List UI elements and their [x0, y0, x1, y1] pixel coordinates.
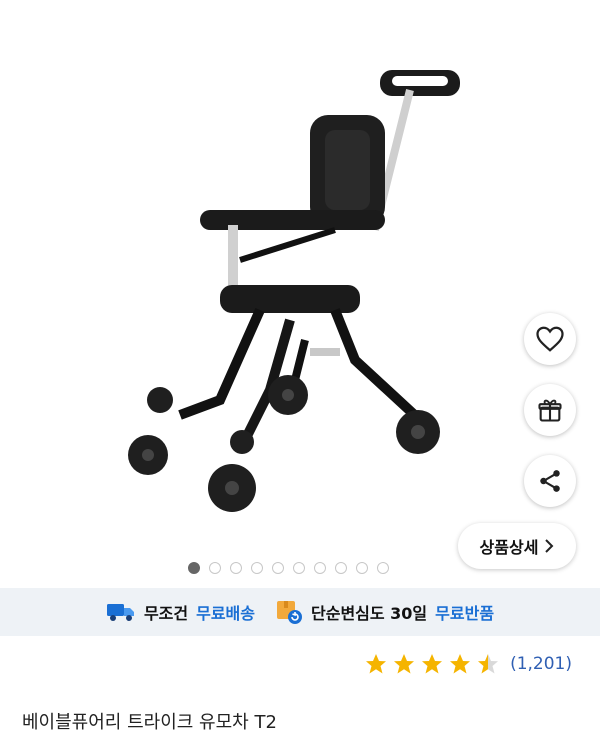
free-return-highlight: 무료반품: [435, 604, 495, 623]
free-return-prefix: 단순변심도 30일: [311, 604, 428, 623]
gallery-dot[interactable]: [377, 562, 389, 574]
product-rating[interactable]: (1,201): [364, 652, 572, 676]
star-icon: [422, 654, 443, 674]
product-title: 베이블퓨어리 트라이크 유모차 T2: [22, 712, 277, 733]
truck-icon: [106, 604, 134, 621]
star-icon: [394, 654, 415, 674]
gallery-dot[interactable]: [251, 562, 263, 574]
star-icon: [366, 654, 387, 674]
heart-icon: [536, 326, 564, 352]
share-icon: [540, 470, 560, 492]
product-image: [128, 70, 460, 512]
gallery-dot[interactable]: [272, 562, 284, 574]
product-detail-button[interactable]: 상품상세: [458, 523, 576, 569]
gift-button[interactable]: [524, 384, 576, 436]
gift-icon: [538, 399, 562, 422]
chevron-right-icon: [545, 539, 554, 553]
free-return-info: 단순변심도 30일 무료반품: [275, 599, 494, 625]
gallery-dot[interactable]: [293, 562, 305, 574]
product-detail-label: 상품상세: [479, 538, 539, 557]
return-box-icon: [277, 601, 302, 624]
wishlist-button[interactable]: [524, 313, 576, 365]
gallery-dot[interactable]: [356, 562, 368, 574]
free-delivery-info: 무조건 무료배송: [106, 600, 255, 624]
rating-count[interactable]: (1,201): [510, 654, 572, 674]
half-star-icon: [478, 654, 499, 674]
gallery-dot[interactable]: [230, 562, 242, 574]
gallery-dot[interactable]: [335, 562, 347, 574]
gallery-dot[interactable]: [314, 562, 326, 574]
gallery-pagination: [188, 562, 389, 574]
free-delivery-highlight: 무료배송: [196, 604, 255, 623]
shipping-banner: 무조건 무료배송 단순변심도 30일 무료반품: [0, 588, 600, 636]
star-icon: [450, 654, 471, 674]
free-delivery-prefix: 무조건: [143, 604, 189, 623]
share-button[interactable]: [524, 455, 576, 507]
gallery-dot[interactable]: [209, 562, 221, 574]
product-image-gallery[interactable]: 상품상세: [0, 0, 600, 585]
gallery-dot[interactable]: [188, 562, 200, 574]
